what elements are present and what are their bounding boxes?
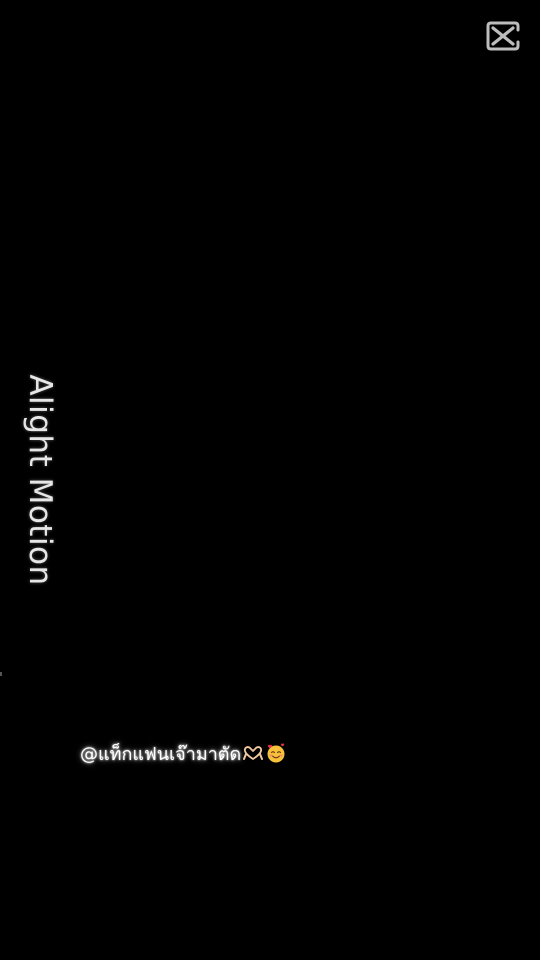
video-frame: Alight Motion @แท็กแฟนเจ๊ามาตัด [0,0,540,960]
alight-motion-watermark: Alight Motion [22,374,58,586]
caption-text: @แท็กแฟนเจ๊ามาตัด [80,743,242,765]
capcut-logo-icon [484,20,522,52]
heart-hands-icon [243,745,264,761]
smiling-face-with-hearts-icon [265,742,287,764]
edge-mark [0,672,2,676]
caption-overlay: @แท็กแฟนเจ๊ามาตัด [80,738,287,768]
